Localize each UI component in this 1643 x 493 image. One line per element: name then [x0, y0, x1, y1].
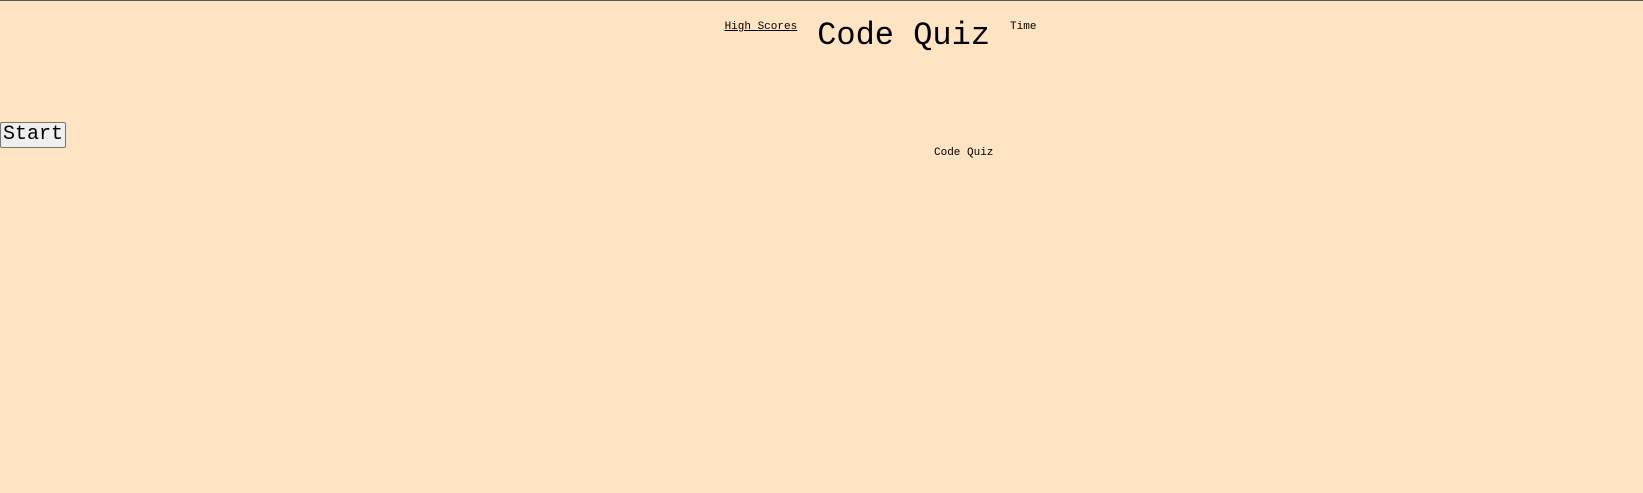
- high-scores-link[interactable]: High Scores: [725, 21, 798, 33]
- quiz-subtitle: Code Quiz: [934, 147, 994, 159]
- start-button[interactable]: Start: [0, 122, 67, 148]
- top-border: [0, 0, 1643, 1]
- page-title: Code Quiz: [817, 17, 991, 54]
- header: High Scores Code Quiz Time: [0, 17, 1643, 55]
- header-bar: High Scores Code Quiz Time: [725, 17, 1037, 55]
- timer-label: Time: [1010, 21, 1037, 33]
